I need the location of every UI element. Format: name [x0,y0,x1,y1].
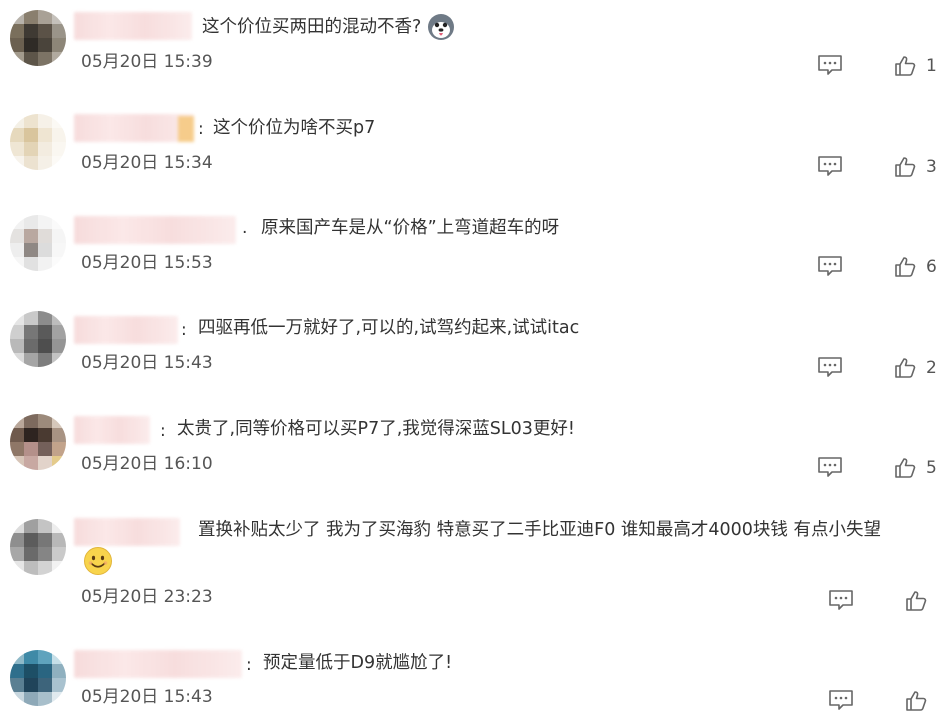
comment-date: 05月20日 15:43 [81,353,213,373]
thumbs-up-icon [895,458,916,478]
avatar[interactable] [10,414,66,470]
comment-text: 置换补贴太少了 我为了买海豹 特意买了二手比亚迪F0 谁知最高才4000块钱 有… [198,520,881,540]
like-button[interactable]: 6 [894,255,937,279]
thumbs-up-icon [906,691,927,711]
avatar[interactable] [10,10,66,66]
comment-text: 这个价位为啥不买p7 [213,118,376,138]
comment-date: 05月20日 15:34 [81,153,213,173]
comment-bubble-icon[interactable] [817,255,843,277]
avatar[interactable] [10,114,66,170]
like-button[interactable]: 1 [894,54,937,78]
thumbs-up-icon [895,257,916,277]
like-button[interactable]: 3 [894,155,937,179]
separator: : [246,655,252,675]
like-count: 2 [926,358,937,378]
avatar[interactable] [10,215,66,271]
comment-bubble-icon[interactable] [828,589,854,611]
username-blurred[interactable] [74,216,236,244]
comment-date: 05月20日 23:23 [81,587,213,607]
thumbs-up-icon [895,56,916,76]
like-button[interactable]: 2 [894,356,937,380]
like-count: 5 [926,458,937,478]
avatar[interactable] [10,519,66,575]
like-count: 1 [926,56,937,76]
comment-text: 原来国产车是从“价格”上弯道超车的呀 [261,218,560,238]
avatar[interactable] [10,311,66,367]
comment-text: 这个价位买两田的混动不香? [202,12,455,42]
separator: . [242,218,248,238]
username-blurred[interactable] [74,518,180,546]
husky-emoji-icon [427,14,454,40]
username-blurred[interactable] [74,650,242,678]
comment-bubble-icon[interactable] [828,689,854,711]
comment-date: 05月20日 15:43 [81,687,213,707]
separator: : [160,421,166,441]
username-blurred[interactable] [74,416,150,444]
like-count: 3 [926,157,937,177]
thumbs-up-icon [895,358,916,378]
separator: : [181,320,187,340]
like-button[interactable]: 5 [894,456,937,480]
comment-bubble-icon[interactable] [817,356,843,378]
comment-date: 05月20日 15:53 [81,253,213,273]
username-blurred[interactable] [74,316,178,344]
avatar[interactable] [10,650,66,706]
comment-text: 四驱再低一万就好了,可以的,试驾约起来,试试itac [198,318,580,338]
username-blurred[interactable] [74,12,192,40]
like-count: 6 [926,257,937,277]
like-button[interactable] [905,589,937,613]
comment-date: 05月20日 16:10 [81,454,213,474]
thumbs-up-icon [895,157,916,177]
comment-date: 05月20日 15:39 [81,52,213,72]
comment-bubble-icon[interactable] [817,54,843,76]
comment-bubble-icon[interactable] [817,155,843,177]
username-blurred[interactable] [74,114,194,142]
separator: : [198,119,204,139]
comment-text: 预定量低于D9就尴尬了! [263,653,453,673]
thumbs-up-icon [906,591,927,611]
comment-text: 太贵了,同等价格可以买P7了,我觉得深蓝SL03更好! [177,419,575,439]
comment-bubble-icon[interactable] [817,456,843,478]
like-button[interactable] [905,689,937,713]
smile-emoji-icon [84,547,112,575]
